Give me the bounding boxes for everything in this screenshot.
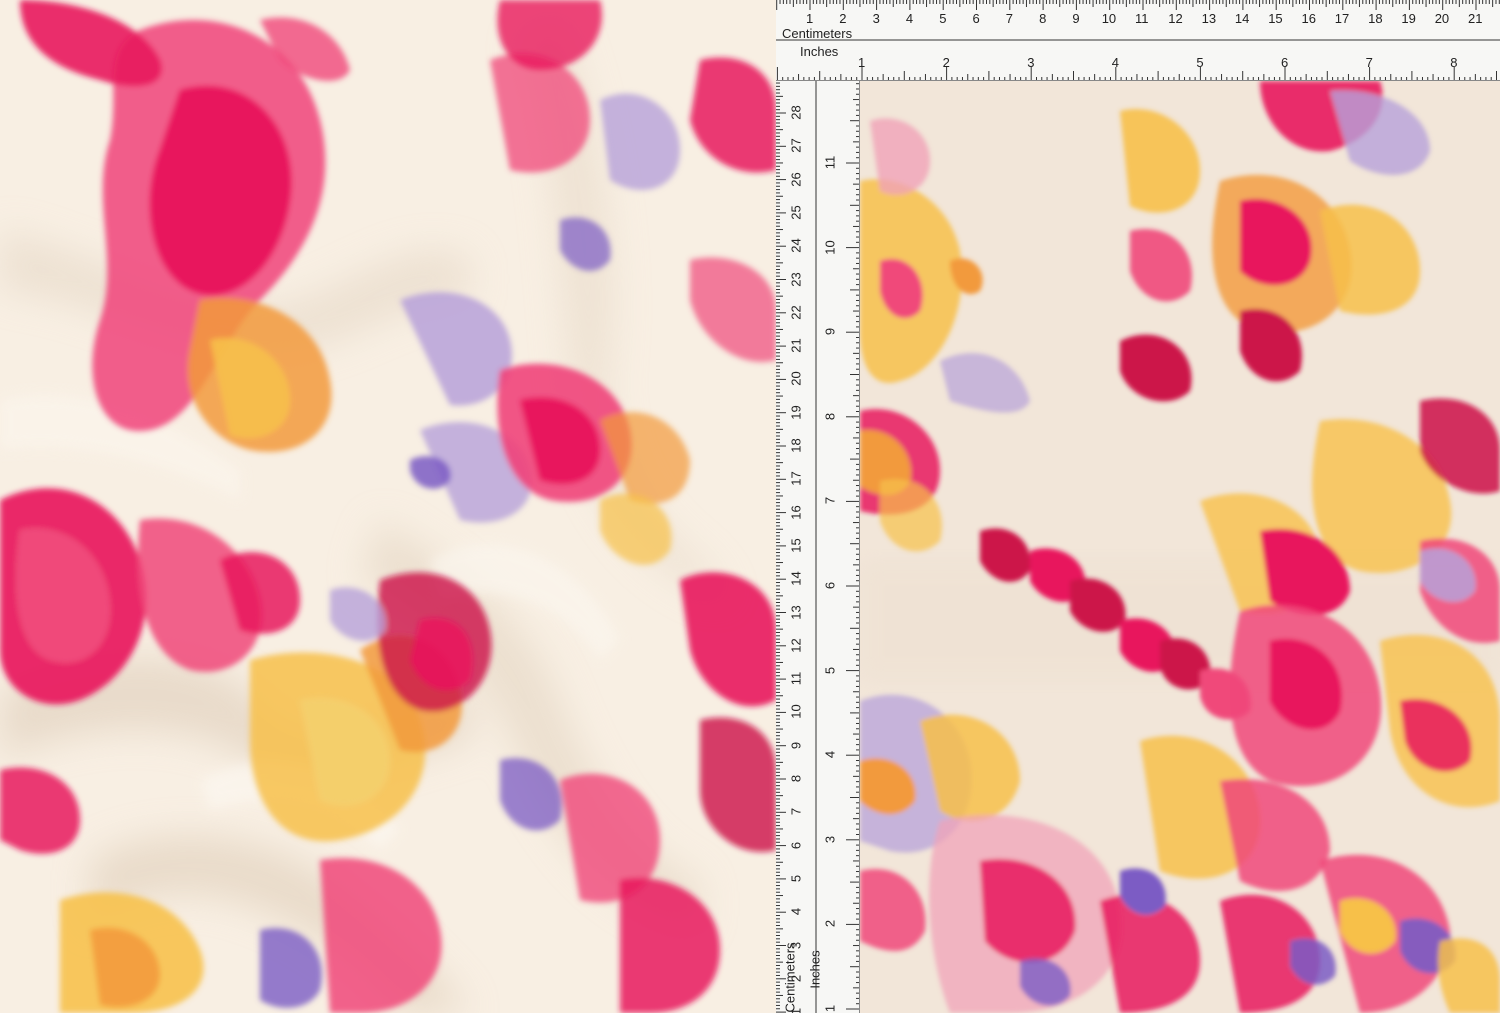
side-ruler-cm-number: 15: [788, 538, 804, 553]
top-ruler-inches-label: Inches: [800, 44, 839, 59]
top-ruler-cm-number: 7: [1005, 11, 1014, 26]
top-ruler-cm-number: 8: [1039, 11, 1047, 26]
side-ruler-inches-label: Inches: [807, 950, 823, 989]
top-ruler-cm-number: 10: [1101, 11, 1117, 26]
draped-fabric-photo: [0, 0, 776, 1013]
side-ruler-cm-number: 25: [788, 205, 804, 220]
top-ruler-cm-number: 15: [1268, 11, 1283, 26]
side-ruler-cm-number: 9: [788, 741, 804, 749]
top-ruler-inch-number: 4: [1111, 55, 1120, 70]
top-ruler-cm-number: 1: [806, 11, 814, 26]
top-ruler-cm-number: 9: [1072, 11, 1080, 26]
top-ruler-cm-number: 14: [1234, 11, 1250, 26]
top-ruler-cm-number: 16: [1301, 11, 1316, 26]
side-ruler-cm-number: 23: [788, 271, 804, 287]
top-ruler-inch-number: 1: [858, 55, 866, 70]
side-ruler-cm-number: 20: [788, 371, 804, 387]
side-ruler-inch-number: 2: [822, 920, 838, 928]
side-ruler-cm-number: 27: [788, 138, 804, 154]
top-ruler-inch-number: 2: [942, 55, 950, 70]
side-ruler-cm-number: 5: [788, 874, 804, 883]
side-ruler-inch-number: 6: [822, 581, 838, 590]
side-ruler-cm-number: 28: [788, 105, 804, 120]
top-ruler-cm-number: 13: [1201, 11, 1217, 26]
side-ruler-cm-number: 8: [788, 774, 804, 783]
top-ruler-cm-number: 3: [872, 11, 880, 26]
side-ruler-cm-number: 3: [788, 941, 804, 949]
side-ruler-cm-number: 10: [788, 704, 804, 720]
side-ruler-cm-number: 19: [788, 404, 804, 420]
side-ruler-inch-number: 1: [822, 1004, 838, 1013]
top-ruler-inch-number: 8: [1450, 55, 1458, 70]
top-ruler-inch-number: 7: [1365, 55, 1373, 70]
floral-print-swatch-illustration: [860, 81, 1500, 1013]
top-ruler-cm-number: 17: [1334, 11, 1350, 26]
side-ruler-inch-number: 9: [822, 328, 838, 336]
side-ruler-cm-number: 12: [788, 638, 804, 653]
top-ruler-inch-number: 5: [1196, 55, 1204, 70]
top-ruler-cm-number: 20: [1434, 11, 1450, 26]
side-ruler-inch-number: 3: [822, 835, 838, 843]
side-ruler-cm-number: 1: [788, 1007, 804, 1013]
flat-fabric-swatch: [860, 81, 1500, 1013]
side-ruler-cm-number: 2: [788, 974, 804, 982]
top-ruler-cm-number: 18: [1368, 11, 1383, 26]
top-ruler-cm-number: 5: [939, 11, 947, 26]
top-ruler-cm-number: 2: [839, 11, 847, 26]
side-ruler-cm-number: 6: [788, 841, 804, 849]
side-ruler: Centimeters Inches 28 27 26 25 24 23 22 21 20 19 1…: [776, 81, 860, 1013]
side-ruler-cm-number: 16: [788, 504, 804, 520]
side-ruler-inch-number: 8: [822, 412, 838, 420]
top-ruler-cm-number: 11: [1135, 11, 1149, 26]
top-ruler-cm-number: 19: [1401, 11, 1416, 26]
top-ruler-cm-number: 4: [905, 11, 914, 26]
side-ruler-cm-number: 11: [788, 671, 804, 686]
side-ruler-cm-number: 18: [788, 438, 804, 453]
top-ruler-cm-number: 12: [1168, 11, 1183, 26]
side-ruler-inch-number: 4: [822, 751, 838, 759]
side-ruler-inch-number: 11: [822, 155, 838, 170]
side-ruler-cm-number: 14: [788, 571, 804, 586]
side-ruler-inch-number: 10: [822, 239, 838, 255]
top-ruler-centimeters-label: Centimeters: [782, 26, 853, 41]
side-ruler-inch-number: 5: [822, 666, 838, 674]
top-ruler-inch-number: 6: [1281, 55, 1289, 70]
top-ruler-inch-number: 3: [1027, 55, 1035, 70]
side-ruler-cm-number: 13: [788, 604, 804, 620]
side-ruler-cm-number: 24: [788, 238, 804, 253]
draped-fabric-illustration: [0, 0, 776, 1013]
side-ruler-cm-number: 4: [788, 908, 804, 916]
side-ruler-cm-number: 26: [788, 171, 804, 187]
side-ruler-cm-number: 17: [788, 471, 804, 487]
side-ruler-inch-number: 7: [822, 497, 838, 505]
side-ruler-cm-number: 7: [788, 808, 804, 816]
top-ruler-cm-number: 21: [1468, 11, 1483, 26]
side-ruler-cm-number: 22: [788, 305, 804, 320]
side-ruler-cm-number: 21: [788, 338, 804, 353]
top-ruler: Centimeters Inches 1 2 3 4 5 6 7 8 9 10 11 12 13 14 15…: [776, 0, 1500, 81]
top-ruler-cm-number: 6: [972, 11, 980, 26]
